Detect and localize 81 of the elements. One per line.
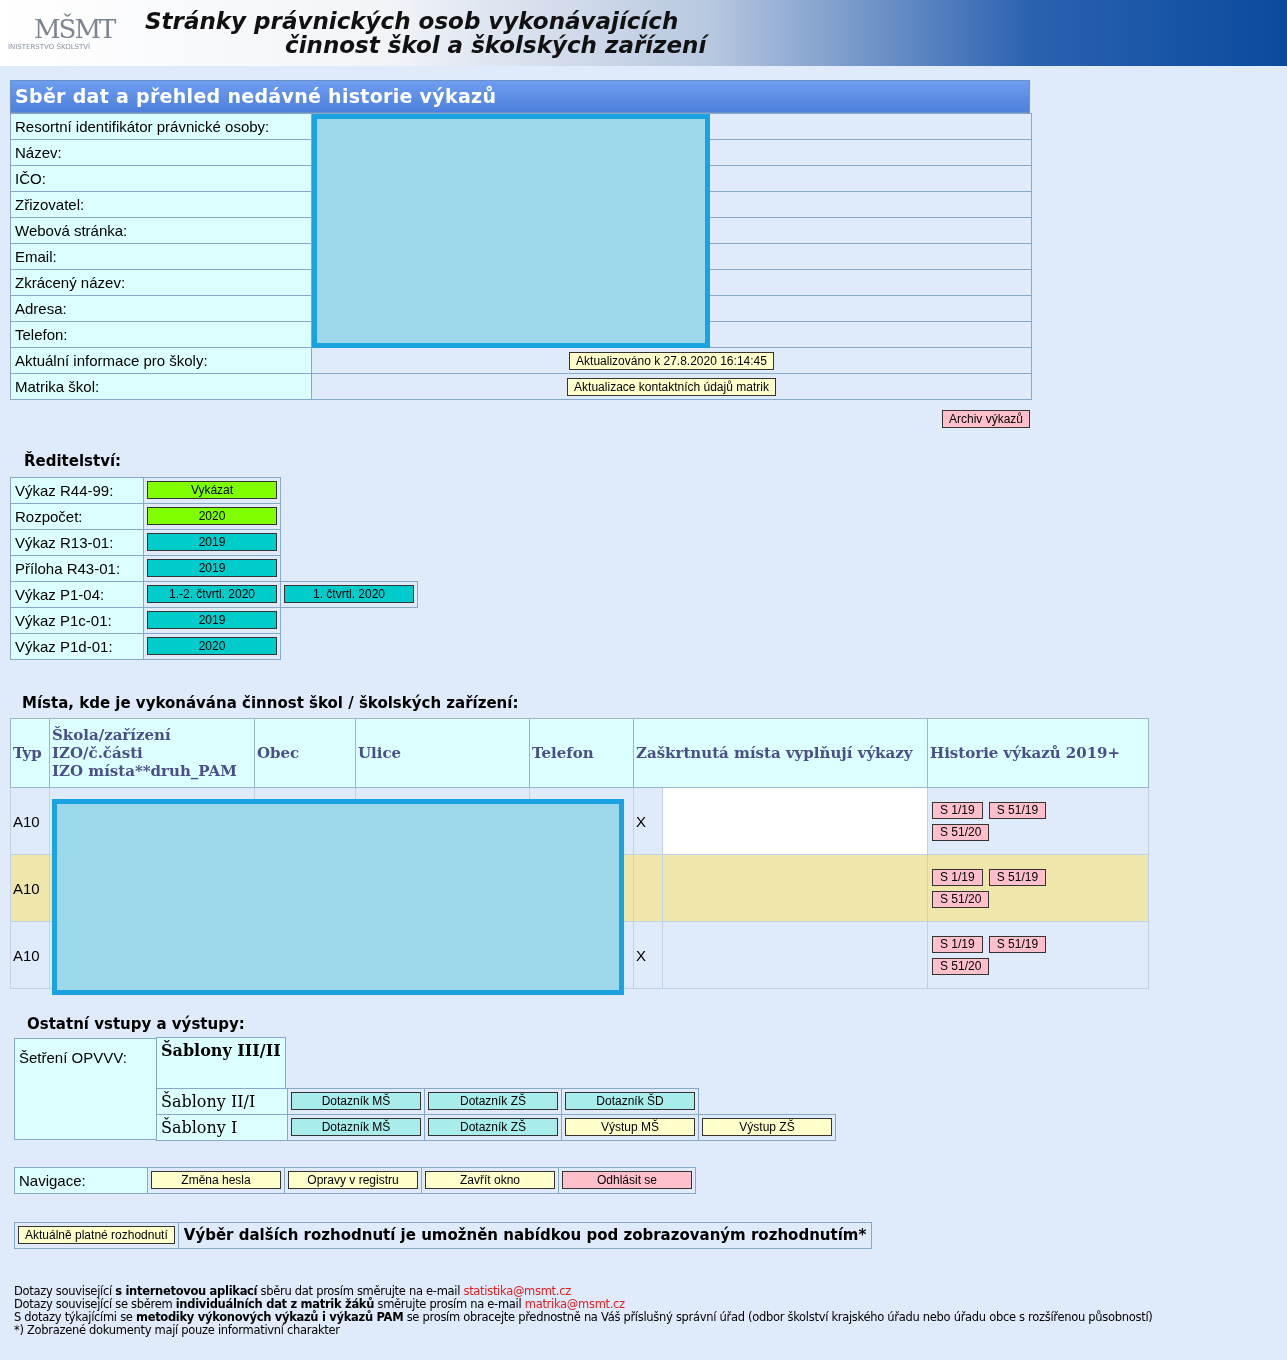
- group-label: Šetření OPVVV:: [14, 1038, 157, 1140]
- survey-button[interactable]: Výstup ZŠ: [702, 1118, 832, 1136]
- report-label: Výkaz P1-04:: [10, 581, 144, 608]
- report-label: Výkaz R44-99:: [10, 477, 144, 504]
- history-button[interactable]: S 51/20: [932, 890, 990, 908]
- check-mark: X: [636, 946, 646, 964]
- template-label: Šablony I: [156, 1114, 288, 1141]
- report-label: Výkaz P1c-01:: [10, 607, 144, 634]
- archive-button[interactable]: Archiv výkazů: [941, 410, 1030, 428]
- section-heading: Ostatní vstupy a výstupy:: [27, 1015, 246, 1033]
- template-heading: Šablony III/II: [156, 1037, 286, 1089]
- type-cell: A10: [10, 854, 50, 922]
- logo: MŠMT: [34, 15, 115, 43]
- navigation-label: Navigace:: [14, 1167, 148, 1194]
- nav-button[interactable]: Zavřít okno: [425, 1171, 555, 1189]
- email-link[interactable]: matrika@msmt.cz: [524, 1297, 625, 1311]
- column-header: Zaškrtnutá místa vyplňují výkazy: [633, 718, 928, 788]
- section-title: Sběr dat a přehled nedávné historie výkazů: [10, 80, 1030, 113]
- history-button[interactable]: S 51/20: [932, 957, 990, 975]
- field-label: Adresa:: [10, 295, 312, 322]
- field-label: Zřizovatel:: [10, 191, 312, 218]
- history-button[interactable]: S 51/20: [932, 823, 990, 841]
- history-button[interactable]: S 51/19: [988, 801, 1047, 819]
- footer-note: Dotazy související se sběrem individuálních dat z matrik žáků směrujte prosím na e-mail matrika@msmt.cz: [14, 1298, 625, 1311]
- history-button[interactable]: S 1/19: [932, 868, 983, 886]
- report-button[interactable]: 2019: [147, 559, 277, 577]
- survey-button[interactable]: Výstup MŠ: [565, 1118, 695, 1136]
- history-button[interactable]: S 1/19: [932, 801, 983, 819]
- report-label: Výkaz R13-01:: [10, 529, 144, 556]
- column-header: Typ: [10, 718, 50, 788]
- field-label: Matrika škol:: [10, 373, 312, 400]
- survey-button[interactable]: Dotazník ZŠ: [428, 1118, 558, 1136]
- report-button[interactable]: 1.-2. čtvrtl. 2020: [147, 585, 277, 603]
- column-header: Ulice: [355, 718, 530, 788]
- report-button[interactable]: 2020: [147, 507, 277, 525]
- template-label: Šablony II/I: [156, 1088, 288, 1115]
- history-button[interactable]: S 51/19: [988, 868, 1047, 886]
- column-header: Obec: [254, 718, 356, 788]
- decision-button[interactable]: Aktuálně platné rozhodnutí: [18, 1226, 175, 1244]
- report-button[interactable]: 2019: [147, 611, 277, 629]
- column-header: Telefon: [529, 718, 634, 788]
- field-label: Email:: [10, 243, 312, 270]
- page-title: Stránky právnických osob vykonávajících: [145, 9, 680, 33]
- check-mark: X: [636, 812, 646, 830]
- footer-note: S dotazy týkajícími se metodiky výkonových výkazů i výkazů PAM se prosím obracejte přednostně na Váš příslušný správní úřad (odbor školství krajského úřadu nebo úřadu obce s rozšířenou působností): [14, 1311, 1154, 1324]
- survey-button[interactable]: Dotazník ZŠ: [428, 1092, 558, 1110]
- type-cell: A10: [10, 921, 50, 989]
- section-heading: Ředitelství:: [24, 452, 123, 470]
- type-cell: A10: [10, 787, 50, 855]
- email-link[interactable]: statistika@msmt.cz: [463, 1284, 571, 1298]
- field-label: Název:: [10, 139, 312, 166]
- info-button[interactable]: Aktualizováno k 27.8.2020 16:14:45: [569, 352, 774, 370]
- report-button[interactable]: Vykázat: [147, 481, 277, 499]
- field-label: Aktuální informace pro školy:: [10, 347, 312, 374]
- report-label: Rozpočet:: [10, 503, 144, 530]
- column-header: Škola/zařízení IZO/č.části IZO místa**druh_PAM: [49, 718, 255, 788]
- field-label: IČO:: [10, 165, 312, 192]
- report-button[interactable]: 2019: [147, 533, 277, 551]
- survey-button[interactable]: Dotazník MŠ: [291, 1118, 421, 1136]
- nav-button[interactable]: Opravy v registru: [288, 1171, 418, 1189]
- field-label: Resortní identifikátor právnické osoby:: [10, 113, 312, 140]
- footer-note: Dotazy související s internetovou aplikací sběru dat prosím směrujte na e-mail statistika@msmt.cz: [14, 1285, 571, 1298]
- footer-note: *) Zobrazené dokumenty mají pouze informativní charakter: [14, 1324, 340, 1337]
- nav-button[interactable]: Odhlásit se: [562, 1171, 692, 1189]
- report-button[interactable]: 1. čtvrtl. 2020: [284, 585, 414, 603]
- field-label: Telefon:: [10, 321, 312, 348]
- field-label: Zkrácený název:: [10, 269, 312, 296]
- report-label: Příloha R43-01:: [10, 555, 144, 582]
- page-title: činnost škol a školských zařízení: [285, 33, 707, 57]
- history-button[interactable]: S 1/19: [932, 935, 983, 953]
- survey-button[interactable]: Dotazník ŠD: [565, 1092, 695, 1110]
- history-button[interactable]: S 51/19: [988, 935, 1047, 953]
- decision-note: Výběr dalších rozhodnutí je umožněn nabídkou pod zobrazovaným rozhodnutím*: [177, 1222, 873, 1249]
- column-header: Historie výkazů 2019+: [927, 718, 1149, 788]
- nav-button[interactable]: Změna hesla: [151, 1171, 281, 1189]
- info-button[interactable]: Aktualizace kontaktních údajů matrik: [567, 378, 776, 396]
- report-label: Výkaz P1d-01:: [10, 633, 144, 660]
- section-heading: Místa, kde je vykonávána činnost škol / školských zařízení:: [22, 694, 520, 712]
- report-button[interactable]: 2020: [147, 637, 277, 655]
- field-label: Webová stránka:: [10, 217, 312, 244]
- survey-button[interactable]: Dotazník MŠ: [291, 1092, 421, 1110]
